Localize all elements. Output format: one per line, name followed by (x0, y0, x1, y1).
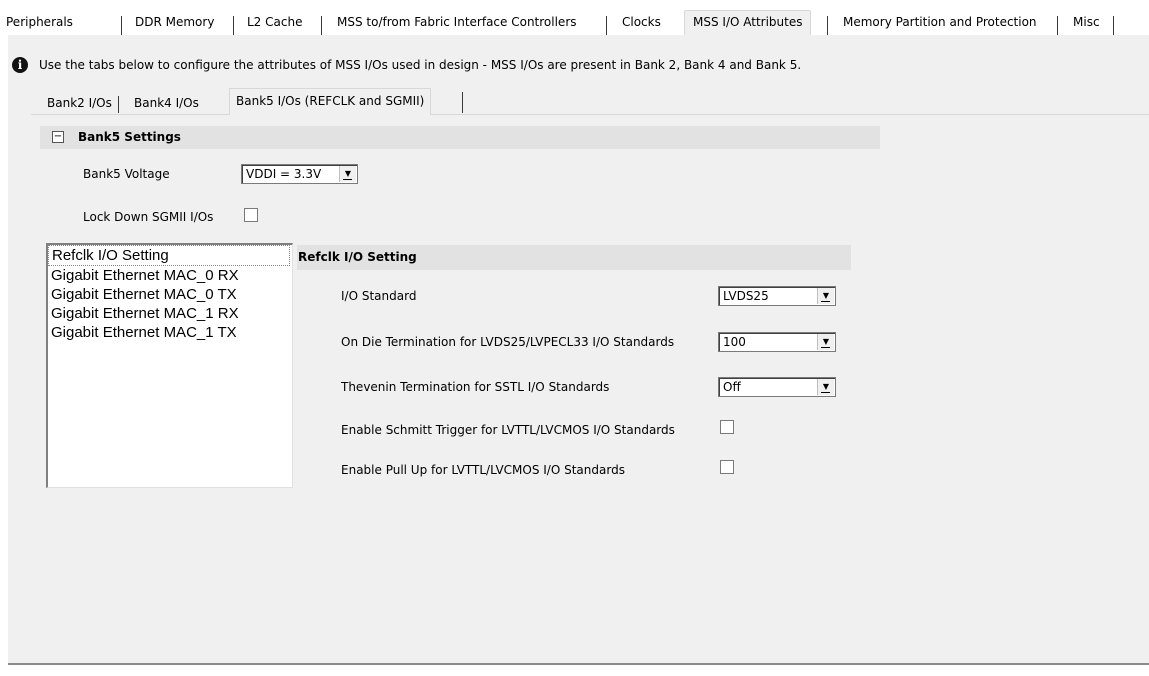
refclk-settings-title: Refclk I/O Setting (298, 250, 417, 264)
tab-misc[interactable]: Misc (1073, 12, 1100, 32)
odt-select[interactable]: 100 ▼ (718, 332, 836, 352)
bank5-voltage-label: Bank5 Voltage (83, 167, 170, 181)
schmitt-trigger-checkbox[interactable] (720, 420, 734, 434)
bank5-voltage-select[interactable]: VDDI = 3.3V ▼ (241, 164, 358, 184)
top-tab-bar: Peripherals DDR Memory L2 Cache MSS to/f… (0, 6, 1149, 36)
tab-mss-fabric-interface[interactable]: MSS to/from Fabric Interface Controllers (337, 12, 577, 32)
tab-separator (462, 92, 463, 113)
thevenin-value: Off (723, 380, 741, 394)
tab-separator (827, 16, 828, 35)
io-standard-select[interactable]: LVDS25 ▼ (718, 286, 836, 306)
tab-separator (1113, 16, 1114, 35)
tab-peripherals[interactable]: Peripherals (6, 12, 73, 32)
thevenin-label: Thevenin Termination for SSTL I/O Standa… (341, 380, 610, 394)
io-setting-list[interactable]: Refclk I/O Setting Gigabit Ethernet MAC_… (46, 243, 293, 488)
pull-up-label: Enable Pull Up for LVTTL/LVCMOS I/O Stan… (341, 463, 625, 477)
io-standard-value: LVDS25 (723, 289, 769, 303)
list-item[interactable]: Refclk I/O Setting (48, 245, 290, 266)
schmitt-trigger-label: Enable Schmitt Trigger for LVTTL/LVCMOS … (341, 423, 675, 437)
subtab-bank2-ios[interactable]: Bank2 I/Os (47, 93, 112, 113)
chevron-down-icon[interactable]: ▼ (817, 288, 834, 304)
tab-clocks[interactable]: Clocks (622, 12, 661, 32)
list-item[interactable]: Gigabit Ethernet MAC_0 RX (48, 266, 292, 285)
tab-separator (233, 16, 234, 35)
lock-down-sgmii-checkbox[interactable] (244, 208, 258, 222)
tab-separator (1057, 16, 1058, 35)
info-icon: i (12, 57, 28, 73)
thevenin-select[interactable]: Off ▼ (718, 377, 836, 397)
pull-up-checkbox[interactable] (720, 460, 734, 474)
tab-ddr-memory[interactable]: DDR Memory (135, 12, 214, 32)
lock-down-sgmii-label: Lock Down SGMII I/Os (83, 210, 214, 224)
subtab-bank4-ios[interactable]: Bank4 I/Os (134, 93, 199, 113)
tab-memory-partition[interactable]: Memory Partition and Protection (843, 12, 1037, 32)
odt-label: On Die Termination for LVDS25/LVPECL33 I… (341, 335, 675, 349)
bank5-voltage-value: VDDI = 3.3V (246, 167, 322, 181)
tab-separator (118, 96, 119, 113)
collapse-icon[interactable]: − (52, 131, 64, 143)
tab-separator (606, 16, 607, 35)
info-message: Use the tabs below to configure the attr… (39, 58, 802, 72)
list-item[interactable]: Gigabit Ethernet MAC_1 RX (48, 304, 292, 323)
chevron-down-icon[interactable]: ▼ (817, 334, 834, 350)
tab-separator (321, 16, 322, 35)
tab-mss-io-attributes[interactable]: MSS I/O Attributes (684, 10, 812, 35)
tab-separator (121, 16, 122, 35)
bank5-settings-title: Bank5 Settings (78, 130, 181, 144)
chevron-down-icon[interactable]: ▼ (339, 166, 356, 182)
tab-l2-cache[interactable]: L2 Cache (247, 12, 302, 32)
list-item[interactable]: Gigabit Ethernet MAC_1 TX (48, 323, 292, 342)
chevron-down-icon[interactable]: ▼ (817, 379, 834, 395)
subtab-bank5-ios[interactable]: Bank5 I/Os (REFCLK and SGMII) (229, 88, 432, 115)
odt-value: 100 (723, 335, 746, 349)
list-item[interactable]: Gigabit Ethernet MAC_0 TX (48, 285, 292, 304)
io-standard-label: I/O Standard (341, 289, 417, 303)
